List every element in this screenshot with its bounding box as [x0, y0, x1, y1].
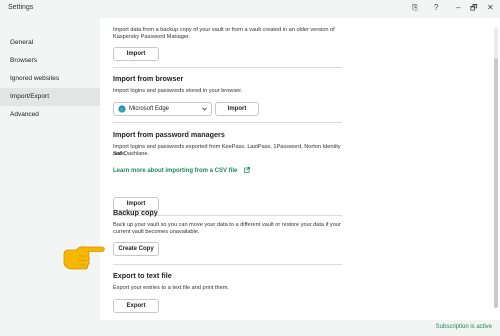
restore-icon[interactable]: ⎘ — [412, 3, 418, 13]
scrollbar-thumb[interactable] — [494, 58, 498, 308]
sidebar-item-ignored-websites[interactable]: Ignored websites — [0, 70, 100, 88]
import-browser-title: Import from browser — [113, 74, 184, 83]
subscription-status: Subscription is active — [435, 324, 492, 330]
import-file-text-2: Kaspersky Password Manager. — [113, 34, 191, 40]
browser-select[interactable]: Microsoft Edge — [113, 102, 212, 116]
export-button[interactable]: Export — [113, 299, 159, 313]
import-managers-text-2: and Dashlane. — [113, 151, 150, 157]
sidebar-item-general[interactable]: General — [0, 34, 100, 52]
csv-import-link[interactable]: Learn more about importing from a CSV fi… — [113, 167, 250, 174]
help-icon[interactable]: ? — [434, 3, 438, 13]
pointing-hand-icon — [63, 246, 105, 270]
main-content: Import data from a backup copy of your v… — [100, 18, 492, 320]
close-icon[interactable]: ✕ — [487, 3, 494, 13]
export-title: Export to text file — [113, 271, 172, 280]
divider — [113, 264, 342, 265]
edge-icon — [118, 105, 126, 113]
app-title: Settings — [8, 4, 34, 11]
backup-text-2: current vault becomes unavailable. — [113, 229, 200, 235]
sidebar-item-import-export[interactable]: Import/Export — [0, 88, 100, 106]
backup-title: Backup copy — [113, 208, 158, 217]
import-file-button[interactable]: Import — [113, 47, 159, 61]
chevron-down-icon — [202, 107, 207, 111]
import-browser-button[interactable]: Import — [215, 102, 259, 116]
create-copy-button[interactable]: Create Copy — [113, 242, 159, 256]
status-bar: Subscription is active — [0, 320, 500, 336]
sidebar-item-advanced[interactable]: Advanced — [0, 106, 100, 124]
divider — [113, 122, 342, 123]
import-managers-title: Import from password managers — [113, 130, 225, 139]
export-text: Export your entries to a text file and p… — [113, 285, 229, 291]
import-browser-text: Import logins and passwords stored in yo… — [113, 88, 243, 94]
external-link-icon — [244, 167, 250, 173]
minimize-icon[interactable]: – — [456, 3, 460, 13]
browser-select-value: Microsoft Edge — [129, 106, 170, 112]
sidebar-item-browsers[interactable]: Browsers — [0, 52, 100, 70]
divider — [113, 67, 342, 68]
maximize-icon[interactable]: 🗗 — [470, 3, 478, 13]
title-bar: Settings ⎘ ? – 🗗 ✕ — [0, 0, 500, 18]
sidebar: General Browsers Ignored websites Import… — [0, 18, 100, 320]
csv-import-link-text: Learn more about importing from a CSV fi… — [113, 168, 238, 174]
